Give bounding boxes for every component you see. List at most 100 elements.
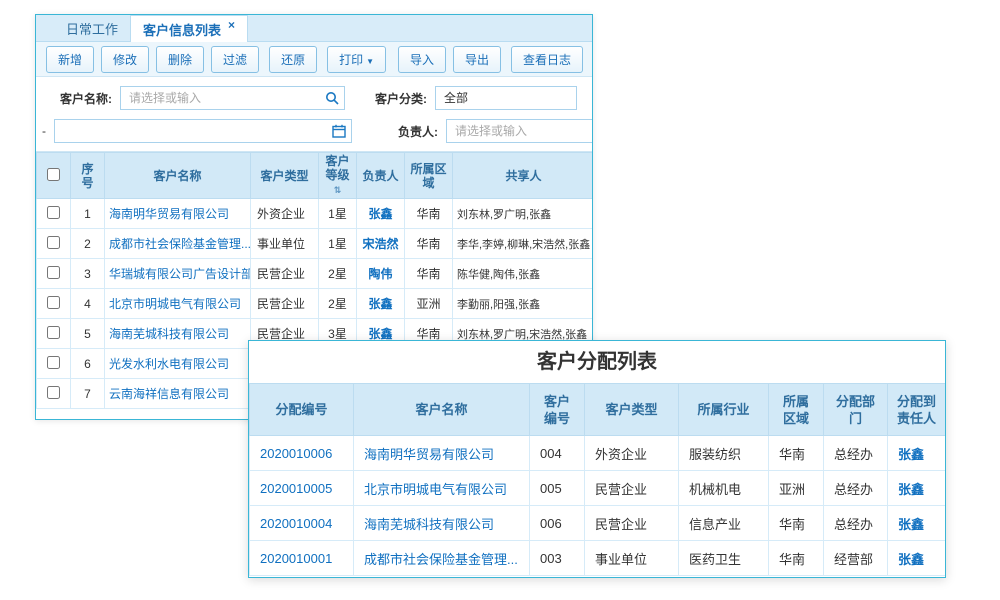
- toolbar: 新增 修改 删除 过滤 还原 打印▼ 导入 导出 查看日志: [36, 42, 592, 77]
- col-header-customer-name[interactable]: 客户名称: [354, 384, 530, 436]
- date-range-separator: -: [42, 124, 46, 138]
- owner-input[interactable]: [446, 119, 593, 143]
- customer-type: 民营企业: [251, 289, 319, 319]
- search-icon[interactable]: [325, 91, 339, 105]
- date-input[interactable]: [54, 119, 352, 143]
- customer-name-link[interactable]: 北京市明城电气有限公司: [105, 289, 251, 319]
- col-header-industry[interactable]: 所属行业: [679, 384, 769, 436]
- customer-name-link[interactable]: 海南明华贸易有限公司: [105, 199, 251, 229]
- col-header-region[interactable]: 所属区域: [769, 384, 824, 436]
- customer-name-link[interactable]: 北京市明城电气有限公司: [354, 471, 530, 506]
- sort-icon[interactable]: ⇅: [334, 183, 342, 197]
- col-header-allocation-code[interactable]: 分配编号: [250, 384, 354, 436]
- col-header-customer-type[interactable]: 客户类型: [585, 384, 679, 436]
- allocation-row: 2020010001成都市社会保险基金管理...003事业单位医药卫生华南经营部…: [250, 541, 946, 576]
- row-no: 6: [71, 349, 105, 379]
- row-checkbox[interactable]: [47, 266, 60, 279]
- customer-table-header-row: 序号 客户名称 客户类型 客户等级⇅ 负责人 所属区域 共享人: [37, 153, 594, 199]
- level-header-label: 客户等级: [325, 154, 349, 182]
- tab-customer-info-list[interactable]: 客户信息列表 ×: [130, 15, 248, 42]
- region: 华南: [769, 506, 824, 541]
- col-header-customer-no[interactable]: 客户编号: [530, 384, 585, 436]
- shared-persons: 刘东林,罗广明,张鑫: [453, 199, 594, 229]
- customer-name-link[interactable]: 海南芜城科技有限公司: [105, 319, 251, 349]
- customer-row: 3华瑞城有限公司广告设计部民营企业2星陶伟华南陈华健,陶伟,张鑫: [37, 259, 594, 289]
- col-header-region[interactable]: 所属区域: [405, 153, 453, 199]
- assignee-link[interactable]: 张鑫: [888, 471, 946, 506]
- close-icon[interactable]: ×: [228, 18, 235, 32]
- col-header-shared[interactable]: 共享人: [453, 153, 594, 199]
- customer-category-label: 客户分类:: [375, 90, 427, 107]
- add-button[interactable]: 新增: [46, 46, 94, 73]
- export-button[interactable]: 导出: [453, 46, 501, 73]
- customer-no: 003: [530, 541, 585, 576]
- edit-button[interactable]: 修改: [101, 46, 149, 73]
- chevron-down-icon: ▼: [366, 57, 374, 66]
- row-select-cell: [37, 379, 71, 409]
- allocation-code-link[interactable]: 2020010006: [250, 436, 354, 471]
- customer-name-link[interactable]: 成都市社会保险基金管理...: [105, 229, 251, 259]
- customer-type: 事业单位: [251, 229, 319, 259]
- col-header-customer-type[interactable]: 客户类型: [251, 153, 319, 199]
- row-checkbox[interactable]: [47, 206, 60, 219]
- owner-link[interactable]: 张鑫: [357, 199, 405, 229]
- customer-no: 006: [530, 506, 585, 541]
- col-header-select: [37, 153, 71, 199]
- tab-daily-work[interactable]: 日常工作: [54, 15, 130, 41]
- view-log-button[interactable]: 查看日志: [511, 46, 583, 73]
- import-button[interactable]: 导入: [398, 46, 446, 73]
- customer-level: 1星: [319, 229, 357, 259]
- customer-category-select[interactable]: 全部: [435, 86, 577, 110]
- customer-name-link[interactable]: 海南明华贸易有限公司: [354, 436, 530, 471]
- row-checkbox[interactable]: [47, 296, 60, 309]
- print-label: 打印: [339, 53, 363, 67]
- restore-button[interactable]: 还原: [269, 46, 317, 73]
- col-header-customer-level[interactable]: 客户等级⇅: [319, 153, 357, 199]
- customer-type: 外资企业: [251, 199, 319, 229]
- col-header-no[interactable]: 序号: [71, 153, 105, 199]
- col-header-customer-name[interactable]: 客户名称: [105, 153, 251, 199]
- customer-name-label: 客户名称:: [60, 90, 112, 107]
- owner-label: 负责人:: [398, 123, 438, 140]
- allocation-code-link[interactable]: 2020010005: [250, 471, 354, 506]
- allocation-code-link[interactable]: 2020010001: [250, 541, 354, 576]
- tab-bar: 日常工作 客户信息列表 ×: [36, 15, 592, 42]
- calendar-icon[interactable]: [332, 124, 346, 138]
- row-checkbox[interactable]: [47, 326, 60, 339]
- customer-no: 004: [530, 436, 585, 471]
- row-checkbox[interactable]: [47, 386, 60, 399]
- customer-row: 2成都市社会保险基金管理...事业单位1星宋浩然华南李华,李婷,柳琳,宋浩然,张…: [37, 229, 594, 259]
- shared-persons: 陈华健,陶伟,张鑫: [453, 259, 594, 289]
- print-button[interactable]: 打印▼: [327, 46, 386, 73]
- row-checkbox[interactable]: [47, 356, 60, 369]
- department: 总经办: [824, 436, 888, 471]
- tab-label: 客户信息列表: [143, 20, 221, 39]
- filter-button[interactable]: 过滤: [211, 46, 259, 73]
- allocation-code-link[interactable]: 2020010004: [250, 506, 354, 541]
- allocation-table: 分配编号 客户名称 客户编号 客户类型 所属行业 所属区域 分配部门 分配到责任…: [249, 383, 946, 576]
- department: 总经办: [824, 471, 888, 506]
- assignee-link[interactable]: 张鑫: [888, 436, 946, 471]
- select-all-checkbox[interactable]: [47, 168, 60, 181]
- owner-link[interactable]: 宋浩然: [357, 229, 405, 259]
- customer-type: 民营企业: [585, 471, 679, 506]
- customer-name-link[interactable]: 海南芜城科技有限公司: [354, 506, 530, 541]
- assignee-link[interactable]: 张鑫: [888, 506, 946, 541]
- col-header-owner[interactable]: 负责人: [357, 153, 405, 199]
- row-checkbox[interactable]: [47, 236, 60, 249]
- customer-name-link[interactable]: 成都市社会保险基金管理...: [354, 541, 530, 576]
- allocation-table-header-row: 分配编号 客户名称 客户编号 客户类型 所属行业 所属区域 分配部门 分配到责任…: [250, 384, 946, 436]
- customer-name-link[interactable]: 华瑞城有限公司广告设计部: [105, 259, 251, 289]
- col-header-department[interactable]: 分配部门: [824, 384, 888, 436]
- region: 华南: [405, 259, 453, 289]
- row-select-cell: [37, 289, 71, 319]
- customer-name-link[interactable]: 光发水利水电有限公司: [105, 349, 251, 379]
- owner-link[interactable]: 陶伟: [357, 259, 405, 289]
- col-header-assignee[interactable]: 分配到责任人: [888, 384, 946, 436]
- assignee-link[interactable]: 张鑫: [888, 541, 946, 576]
- customer-name-link[interactable]: 云南海祥信息有限公司: [105, 379, 251, 409]
- owner-link[interactable]: 张鑫: [357, 289, 405, 319]
- delete-button[interactable]: 删除: [156, 46, 204, 73]
- row-no: 3: [71, 259, 105, 289]
- customer-name-input[interactable]: [120, 86, 345, 110]
